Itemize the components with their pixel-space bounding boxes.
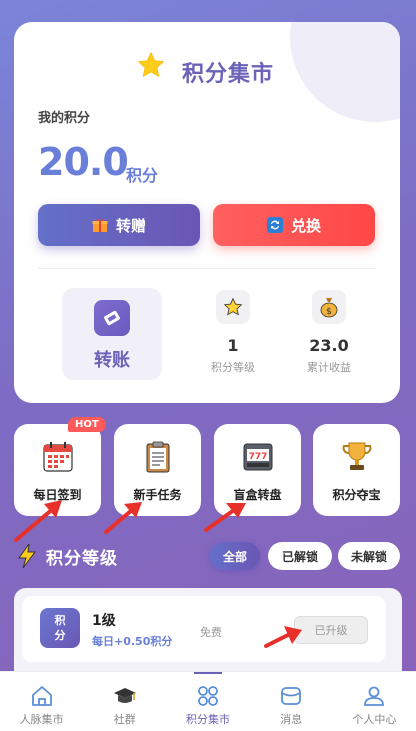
level-badge-bottom: 分 xyxy=(54,629,66,642)
message-icon xyxy=(281,687,302,705)
bottom-tab-bar: 人脉集市 社群 积分集市 消息 个人中心 xyxy=(0,671,416,731)
tab-label: 社群 xyxy=(113,713,136,726)
transfer-button[interactable]: 转账 xyxy=(62,288,162,380)
trophy-icon xyxy=(342,442,372,470)
annotation-arrow xyxy=(264,626,302,648)
header: 积分集市 xyxy=(14,50,400,90)
star-icon xyxy=(216,290,250,324)
tab-label: 人脉集市 xyxy=(19,713,64,726)
my-points-label: 我的积分 xyxy=(38,111,91,126)
exchange-button[interactable]: 兑换 xyxy=(213,204,375,246)
transfer-label: 转账 xyxy=(94,350,130,371)
tab-contacts-market[interactable]: 人脉集市 xyxy=(0,672,83,731)
level-section-title: 积分等级 xyxy=(46,549,118,569)
level-badge: 积 分 xyxy=(40,608,80,648)
page-title: 积分集市 xyxy=(182,62,275,87)
hot-badge: HOT xyxy=(68,417,106,432)
annotation-arrow xyxy=(14,500,62,542)
filter-all[interactable]: 全部 xyxy=(210,542,260,570)
annotation-arrow xyxy=(204,503,246,532)
tab-label: 积分集市 xyxy=(186,713,230,726)
tab-points-market[interactable]: 积分集市 xyxy=(166,672,249,731)
tab-profile[interactable]: 个人中心 xyxy=(333,672,416,731)
stat-earnings: $ 23.0 累计收益 xyxy=(284,290,374,375)
filter-unlocked[interactable]: 已解锁 xyxy=(268,542,332,570)
tab-label: 消息 xyxy=(280,713,303,726)
exchange-button-label: 兑换 xyxy=(290,216,321,235)
feature-label: 积分夺宝 xyxy=(332,488,381,502)
divider xyxy=(38,268,376,269)
clipboard-icon xyxy=(146,441,170,473)
level-price: 免费 xyxy=(200,626,222,639)
stat-level-value: 1 xyxy=(227,336,239,355)
gift-button[interactable]: 转赠 xyxy=(38,204,200,246)
grid-icon xyxy=(198,686,218,706)
level-name: 1级 xyxy=(92,613,116,629)
filter-locked[interactable]: 未解锁 xyxy=(338,542,400,570)
points-unit: 积分 xyxy=(126,166,159,185)
lightning-icon xyxy=(18,543,36,569)
points-card: 积分集市 我的积分 20.0 积分 转赠 兑换 转账 1 积分等级 $ 23.0… xyxy=(14,22,400,403)
level-badge-top: 积 xyxy=(54,614,66,627)
user-icon xyxy=(364,686,385,706)
gift-button-label: 转赠 xyxy=(115,216,146,235)
annotation-arrow xyxy=(104,502,142,534)
calendar-icon xyxy=(43,442,73,472)
slot-machine-icon: 777 xyxy=(243,443,273,471)
transfer-icon xyxy=(94,300,130,336)
star-icon xyxy=(137,51,165,77)
tab-label: 个人中心 xyxy=(352,713,397,726)
tab-messages[interactable]: 消息 xyxy=(250,672,333,731)
home-icon xyxy=(31,686,52,706)
level-item: 积 分 1级 每日+0.50积分 免费 已升级 xyxy=(22,596,386,662)
stat-earnings-label: 累计收益 xyxy=(307,361,351,374)
graduation-cap-icon xyxy=(113,688,136,703)
feature-points-treasure[interactable]: 积分夺宝 xyxy=(313,424,400,516)
stat-earnings-value: 23.0 xyxy=(309,336,349,355)
level-daily-reward: 每日+0.50积分 xyxy=(92,635,173,648)
stat-level: 1 积分等级 xyxy=(188,290,278,375)
svg-text:777: 777 xyxy=(249,452,268,462)
stat-level-label: 积分等级 xyxy=(211,361,255,374)
gift-icon xyxy=(92,217,108,233)
points-value: 20.0 xyxy=(38,140,129,184)
tab-community[interactable]: 社群 xyxy=(83,672,166,731)
svg-text:$: $ xyxy=(326,307,332,317)
exchange-icon xyxy=(266,217,283,233)
money-bag-icon: $ xyxy=(312,290,346,324)
